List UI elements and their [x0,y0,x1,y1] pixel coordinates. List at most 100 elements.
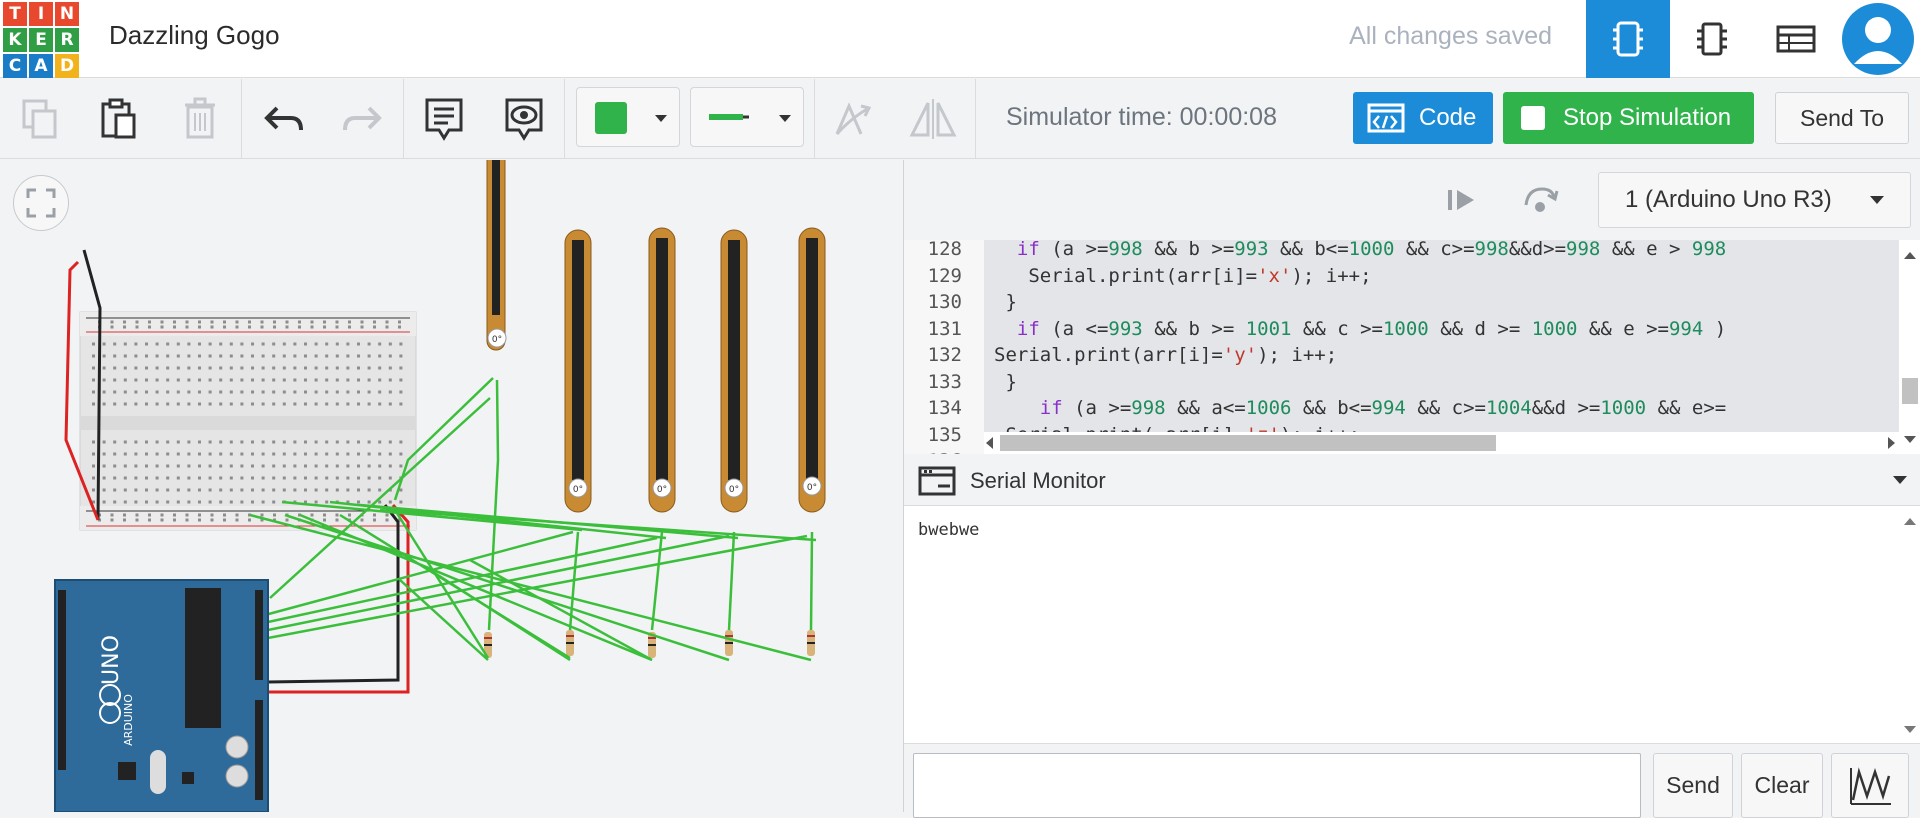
logo-letter: C [3,54,27,78]
chevron-down-icon [1904,726,1916,733]
breadboard-hole [388,354,392,358]
code-token: (a >= [1039,240,1109,260]
code-line[interactable]: if (a >=998 && a<=1006 && b<=994 && c>=1… [994,395,1920,422]
chevron-down-icon[interactable] [1893,476,1907,484]
schematic-view-button[interactable] [1670,0,1754,78]
breadboard-hole [346,342,350,346]
serial-monitor-header[interactable]: Serial Monitor [904,454,1920,506]
breadboard-hole [113,500,117,504]
code-button[interactable]: Code [1353,92,1493,144]
breadboard-hole [176,366,180,370]
notes-button[interactable] [416,93,472,145]
flex-sensor[interactable]: 0° [486,160,507,351]
breadboard-hole [155,440,159,444]
breadboard-hole [282,390,286,394]
breadboard-rail-hole [148,320,151,324]
code-line[interactable]: } [994,289,1920,316]
breadboard-hole [145,390,148,394]
breadboard[interactable] [79,311,417,531]
scroll-thumb[interactable] [1000,435,1496,451]
breadboard-hole [134,452,138,456]
breadboard-hole [388,378,392,382]
breadboard-rail-hole [398,325,401,329]
flex-sensor[interactable]: 0° [720,229,748,513]
code-line[interactable]: if (a >=998 && b >=993 && b<=1000 && c>=… [994,240,1920,263]
breadboard-rail-hole [235,325,239,329]
breadboard-hole [198,440,201,444]
breadboard-rail-hole [310,513,314,517]
breadboard-hole [208,366,212,370]
redo-icon [343,106,382,131]
breadboard-rail-hole [148,518,151,522]
breadboard-hole [134,500,138,504]
serial-plotter-button[interactable] [1831,753,1909,818]
breadboard-hole [314,464,318,468]
code-editor[interactable]: 128129130131132133134135136 if (a >=998 … [904,240,1920,454]
component-list-button[interactable] [1754,0,1838,78]
scroll-thumb[interactable] [1902,378,1918,404]
circuit-view-icon [1613,21,1643,57]
step-over-button[interactable] [1518,180,1562,220]
code-line[interactable]: if (a <=993 && b >= 1001 && c >=1000 && … [994,316,1920,343]
wire-type-dropdown[interactable] [690,87,804,147]
breadboard-rail-hole [210,518,214,522]
breadboard-hole [314,452,318,456]
fill-color-dropdown[interactable] [576,87,680,147]
breadboard-hole [272,476,276,480]
serial-clear-button[interactable]: Clear [1741,753,1823,818]
flex-sensor[interactable]: 0° [648,227,676,513]
code-token: 998 [1131,397,1166,419]
flex-sensor[interactable]: 0° [564,229,592,513]
breadboard-hole [134,440,138,444]
code-text-area[interactable]: if (a >=998 && b >=993 && b<=1000 && c>=… [984,240,1899,454]
editor-horizontal-scrollbar[interactable] [984,432,1899,454]
breadboard-hole [251,354,254,358]
flex-sensor[interactable]: 0° [798,227,826,513]
code-token: 998 [1691,240,1727,260]
breadboard-hole [251,402,254,406]
breadboard-rail-hole [123,518,126,522]
rotate-button[interactable] [824,93,880,145]
arduino-uno-board[interactable]: UNO ARDUINO [54,579,269,812]
breadboard-hole [240,464,244,468]
stop-simulation-button[interactable]: Stop Simulation [1503,92,1754,144]
breadboard-hole [272,378,276,382]
code-line[interactable]: } [994,369,1920,396]
flip-button[interactable] [905,93,961,145]
resistor[interactable] [807,630,815,656]
project-title[interactable]: Dazzling Gogo [109,20,280,51]
breadboard-hole [282,378,286,382]
breadboard-hole [155,366,159,370]
chevron-up-icon [1904,518,1916,525]
code-token: && e >= [1577,317,1669,340]
send-to-button[interactable]: Send To [1775,92,1909,144]
breadboard-hole [229,390,233,394]
code-token: 998 [1474,240,1509,260]
tinkercad-logo[interactable]: TIN KER CAD [0,0,79,78]
breadboard-rail-hole [285,320,289,324]
editor-vertical-scrollbar[interactable] [1899,240,1920,454]
user-avatar[interactable] [1838,1,1918,77]
delete-button[interactable] [172,93,228,145]
step-button[interactable] [1442,182,1482,218]
resistor[interactable] [725,630,733,656]
code-line[interactable]: Serial.print(arr[i]='x'); i++; [994,263,1920,290]
breadboard-hole [367,452,371,456]
paste-button[interactable] [90,93,146,145]
toggle-notes-visibility-button[interactable] [496,93,552,145]
breadboard-hole [325,402,329,406]
redo-button[interactable] [334,93,390,145]
serial-send-button[interactable]: Send [1653,753,1733,818]
code-line[interactable]: Serial.print(arr[i]='y'); i++; [994,342,1920,369]
copy-button[interactable] [12,93,68,145]
undo-button[interactable] [256,93,312,145]
breadboard-hole [261,354,265,358]
circuit-workspace[interactable]: 0° 0° 0° 0° 0° UNO ARDUINO [0,160,903,812]
device-select[interactable]: 1 (Arduino Uno R3) [1598,172,1911,228]
resistor[interactable] [566,630,574,656]
circuit-view-button[interactable] [1586,0,1670,78]
serial-input-field[interactable] [913,753,1641,818]
breadboard-hole [367,500,371,504]
breadboard-hole [335,390,339,394]
